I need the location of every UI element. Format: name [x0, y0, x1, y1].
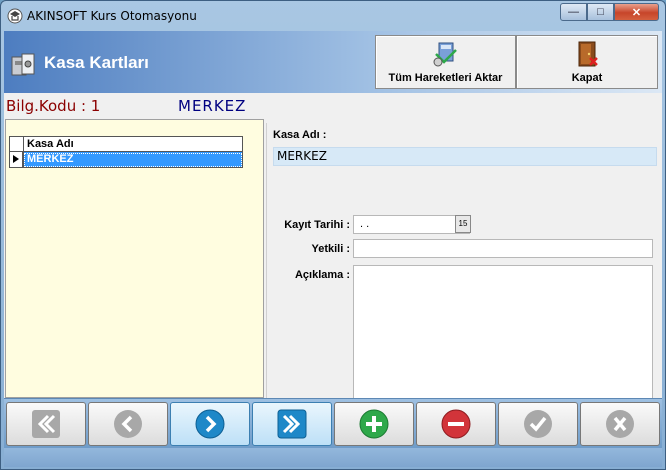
- status-bar: [4, 448, 662, 467]
- kasa-adi-label: Kasa Adı :: [273, 129, 327, 141]
- cancel-button[interactable]: [580, 402, 660, 446]
- header-strip: Kasa Kartları Tüm Hareketleri Aktar Kapa…: [4, 31, 662, 93]
- row-pointer-icon: [9, 152, 23, 168]
- close-button[interactable]: Kapat: [516, 35, 658, 89]
- window-title: AKINSOFT Kurs Otomasyonu s: [27, 9, 197, 23]
- add-icon: [359, 409, 389, 439]
- exit-door-icon: [578, 41, 598, 67]
- add-record-button[interactable]: [334, 402, 414, 446]
- client-area: Kasa Kartları Tüm Hareketleri Aktar Kapa…: [4, 31, 662, 467]
- aciklama-label: Açıklama :: [294, 269, 350, 281]
- yetkili-field[interactable]: [353, 239, 653, 258]
- transfer-icon: [433, 42, 457, 67]
- confirm-icon: [524, 410, 552, 438]
- cash-box-icon: [11, 53, 35, 76]
- previous-icon: [114, 410, 142, 438]
- app-icon: [7, 8, 23, 24]
- kayit-tarihi-field[interactable]: . .: [353, 215, 470, 234]
- delete-icon: [441, 409, 471, 439]
- calendar-button[interactable]: 15: [455, 215, 471, 233]
- first-record-button[interactable]: [6, 402, 86, 446]
- record-code: Bilg.Kodu : 1: [6, 97, 101, 115]
- close-label: Kapat: [571, 72, 603, 84]
- grid-indicator-header: [9, 136, 23, 152]
- record-name: MERKEZ: [178, 97, 247, 115]
- last-icon: [277, 409, 307, 439]
- table-row[interactable]: MERKEZ: [9, 152, 243, 168]
- next-icon: [195, 409, 225, 439]
- record-code-line: Bilg.Kodu : 1 MERKEZ: [4, 93, 662, 119]
- cash-list-panel: Kasa Adı MERKEZ: [5, 119, 264, 398]
- detail-form: Kasa Adı : MERKEZ Kayıt Tarihi : . . 15 …: [266, 123, 662, 419]
- column-header-kasa-adi[interactable]: Kasa Adı: [23, 136, 243, 152]
- last-record-button[interactable]: [252, 402, 332, 446]
- caption-buttons: — □ ✕: [560, 3, 659, 21]
- yetkili-label: Yetkili :: [311, 243, 350, 255]
- maximize-icon: □: [597, 6, 604, 18]
- navigation-toolbar: [4, 398, 662, 448]
- cancel-icon: [606, 410, 634, 438]
- calendar-icon: 15: [458, 219, 468, 228]
- delete-record-button[interactable]: [416, 402, 496, 446]
- minimize-icon: —: [568, 6, 579, 18]
- grid-header: Kasa Adı: [9, 136, 243, 152]
- close-icon: ✕: [631, 6, 642, 19]
- next-record-button[interactable]: [170, 402, 250, 446]
- app-window: AKINSOFT Kurs Otomasyonu s — □ ✕ Kasa Ka…: [0, 0, 666, 470]
- confirm-button[interactable]: [498, 402, 578, 446]
- first-icon: [32, 410, 60, 438]
- minimize-button[interactable]: —: [560, 3, 587, 21]
- kasa-adi-field[interactable]: MERKEZ: [273, 147, 657, 166]
- transfer-all-label: Tüm Hareketleri Aktar: [388, 72, 503, 84]
- page-title: Kasa Kartları: [44, 53, 149, 72]
- kayit-tarihi-label: Kayıt Tarihi :: [284, 219, 350, 231]
- maximize-button[interactable]: □: [587, 3, 614, 21]
- table-cell[interactable]: MERKEZ: [23, 152, 243, 168]
- aciklama-field[interactable]: [353, 265, 653, 419]
- previous-record-button[interactable]: [88, 402, 168, 446]
- transfer-all-movements-button[interactable]: Tüm Hareketleri Aktar: [375, 35, 516, 89]
- close-window-button[interactable]: ✕: [614, 3, 659, 21]
- title-bar[interactable]: AKINSOFT Kurs Otomasyonu s — □ ✕: [1, 1, 665, 31]
